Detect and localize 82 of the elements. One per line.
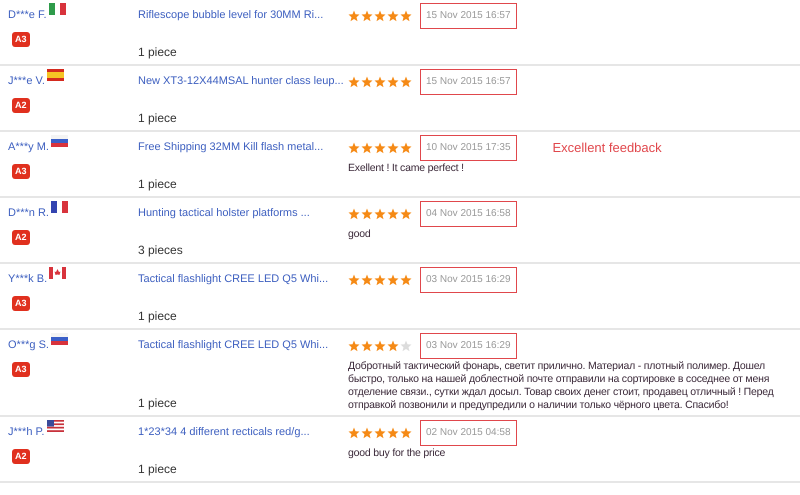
- product-link[interactable]: Riflescope bubble level for 30MM Ri...: [138, 7, 324, 24]
- star-icon: [387, 427, 399, 439]
- star-icon: [400, 427, 412, 439]
- buyer-name[interactable]: Y***k B.: [8, 271, 48, 288]
- level-badge: A3: [12, 362, 30, 376]
- star-icon: [400, 340, 412, 352]
- star-icon: [361, 10, 373, 22]
- level-badge: A2: [12, 230, 30, 244]
- product-link[interactable]: Free Shipping 32MM Kill flash metal...: [138, 139, 324, 156]
- buyer-name[interactable]: A***y M.: [8, 139, 49, 156]
- star-icon: [400, 142, 412, 154]
- star-icon: [374, 10, 386, 22]
- level-badge: A3: [12, 296, 30, 310]
- buyer-name[interactable]: D***n R.: [8, 205, 49, 222]
- star-icon: [400, 274, 412, 286]
- star-icon: [400, 76, 412, 88]
- star-icon: [387, 142, 399, 154]
- star-icon: [400, 10, 412, 22]
- star-icon: [361, 274, 373, 286]
- product-link[interactable]: New XT3-12X44MSAL hunter class leup...: [138, 73, 344, 90]
- star-icon: [348, 340, 360, 352]
- quantity-text: 1 piece: [138, 308, 177, 325]
- review-comment: Exellent ! It came perfect !: [348, 162, 465, 175]
- star-icon: [361, 142, 373, 154]
- review-date: 15 Nov 2015 16:57: [420, 69, 517, 95]
- star-icon: [374, 340, 386, 352]
- star-icon: [361, 340, 373, 352]
- level-badge: A3: [12, 32, 30, 46]
- buyer-name[interactable]: D***e F.: [8, 7, 47, 24]
- star-icon: [374, 274, 386, 286]
- buyer-name[interactable]: J***e V.: [8, 73, 45, 90]
- star-icon: [348, 142, 360, 154]
- flag-icon: [46, 420, 64, 432]
- star-icon: [387, 340, 399, 352]
- star-icon: [374, 142, 386, 154]
- level-badge: A2: [12, 98, 30, 112]
- flag-icon: [50, 201, 68, 213]
- star-icon: [348, 208, 360, 220]
- review-date: 03 Nov 2015 16:29: [420, 333, 517, 359]
- quantity-text: 1 piece: [138, 44, 177, 61]
- buyer-name[interactable]: J***h P.: [8, 424, 44, 440]
- star-icon: [374, 208, 386, 220]
- star-icon: [374, 427, 386, 439]
- star-icon: [374, 76, 386, 88]
- review-date: 15 Nov 2015 16:57: [420, 3, 517, 29]
- flag-icon: [49, 267, 66, 279]
- star-icon: [361, 76, 373, 88]
- product-link[interactable]: 1*23*34 4 different recticals red/g...: [138, 424, 310, 440]
- review-comment: Добротный тактический фонарь, светит прилично. Материал - плотный полимер. Дошел быстро, только на нашей доблестной почте отправили на сортировке в соседнее от меня отделение связи., сутки ждал досыл. Товар своих денег стоит, продавец отличный ! Перед отправкой позвонили и предупредили о наличии только чёрного цвета. Спасибо!: [348, 360, 775, 412]
- level-badge: A2: [12, 448, 30, 464]
- star-icon: [348, 76, 360, 88]
- product-link[interactable]: Tactical flashlight CREE LED Q5 Whi...: [138, 271, 328, 288]
- star-icon: [348, 10, 360, 22]
- flag-icon: [46, 69, 64, 81]
- star-icon: [361, 427, 373, 439]
- review-date: 10 Nov 2015 17:35: [420, 135, 517, 161]
- quantity-text: 1 piece: [138, 110, 177, 127]
- star-icon: [387, 76, 399, 88]
- review-date: 03 Nov 2015 16:29: [420, 267, 517, 293]
- flag-icon: [50, 333, 68, 345]
- quantity-text: 1 piece: [138, 395, 177, 412]
- annotation-note: Excellent feedback: [552, 139, 662, 158]
- star-icon: [387, 208, 399, 220]
- quantity-text: 1 piece: [138, 176, 177, 193]
- flag-icon: [50, 135, 68, 147]
- review-date: 04 Nov 2015 16:58: [420, 201, 517, 227]
- review-date: 02 Nov 2015 04:58: [420, 420, 517, 446]
- quantity-text: 1 piece: [138, 461, 177, 478]
- product-link[interactable]: Hunting tactical holster platforms ...: [138, 205, 310, 222]
- review-comment: good: [348, 228, 372, 241]
- flag-icon: [48, 3, 66, 15]
- product-link[interactable]: Tactical flashlight CREE LED Q5 Whi...: [138, 337, 328, 354]
- star-icon: [361, 208, 373, 220]
- star-icon: [348, 427, 360, 439]
- review-comment: good buy for the price: [348, 447, 446, 460]
- star-icon: [387, 274, 399, 286]
- level-badge: A3: [12, 164, 30, 178]
- star-icon: [400, 208, 412, 220]
- star-icon: [387, 10, 399, 22]
- buyer-name[interactable]: O***g S.: [8, 337, 49, 354]
- quantity-text: 3 pieces: [138, 242, 183, 259]
- star-icon: [348, 274, 360, 286]
